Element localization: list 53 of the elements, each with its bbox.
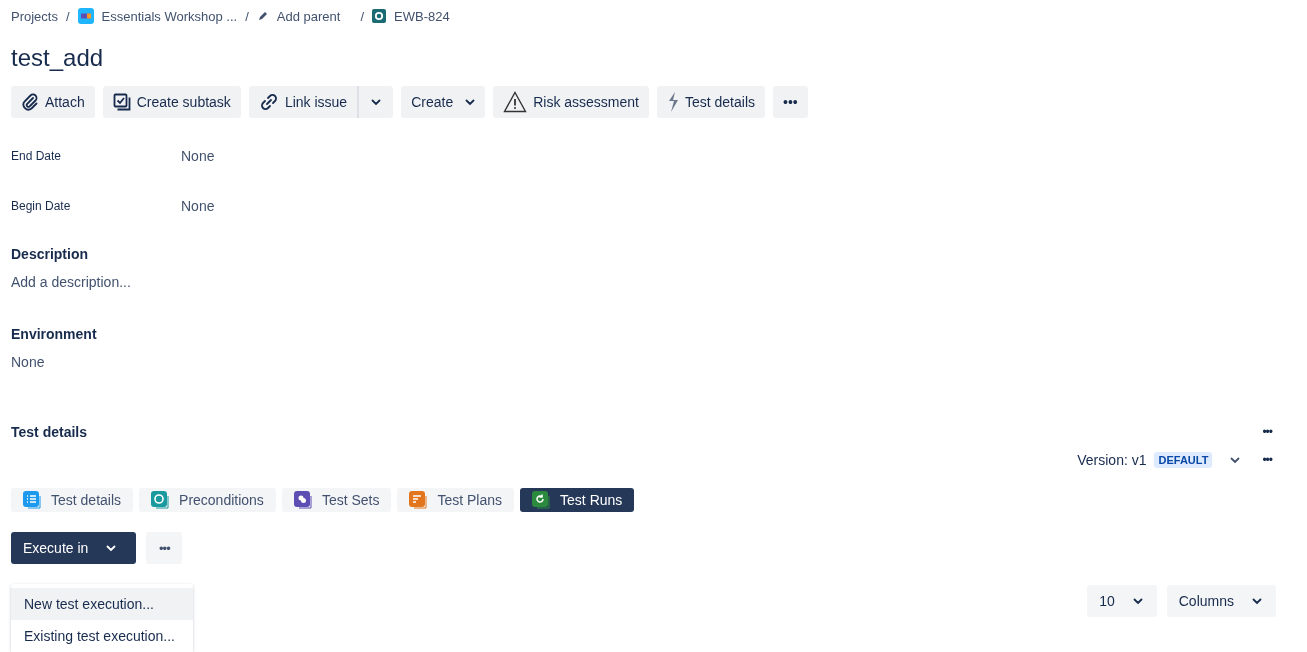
field-label: End Date (11, 149, 63, 163)
menu-item[interactable]: New test execution... (11, 588, 193, 620)
toolbar-button[interactable]: Link issue (248, 86, 358, 118)
page-size-select[interactable]: 10 (1087, 585, 1157, 617)
field-value[interactable]: None (181, 148, 215, 164)
more-button[interactable]: ••• (1258, 425, 1276, 439)
field-label: Begin Date (11, 199, 72, 213)
issue-title: test_add (11, 43, 105, 73)
more-button[interactable]: ••• (1258, 453, 1276, 467)
toolbar-button[interactable]: Risk assessment (493, 86, 649, 118)
more-button[interactable]: ••• (146, 532, 183, 564)
warning-icon (503, 91, 528, 113)
breadcrumb-link[interactable]: Add parent (256, 8, 341, 24)
breadcrumb-separator: / (65, 8, 70, 24)
toolbar-button[interactable]: Create subtask (102, 86, 241, 118)
toolbar-button[interactable]: Attach (11, 86, 95, 118)
chevron-down-icon (1132, 597, 1143, 605)
tab[interactable]: Test details (11, 488, 134, 512)
chevron-down-icon (465, 98, 476, 106)
field-value[interactable]: None (11, 352, 1276, 372)
breadcrumb-separator: / (360, 8, 365, 24)
link-icon (258, 93, 279, 111)
subtask-icon (112, 93, 131, 111)
paperclip-icon (21, 93, 39, 111)
field-value[interactable]: None (181, 198, 215, 214)
tab[interactable]: Test Plans (397, 488, 515, 512)
breadcrumb-separator: / (245, 8, 249, 24)
chevron-down-icon (106, 544, 117, 552)
chevron-down-icon (371, 98, 382, 106)
section-heading: Test details (11, 424, 87, 440)
default-badge: DEFAULT (1154, 452, 1213, 468)
execute-dropdown-button[interactable]: Execute in (11, 532, 137, 564)
tab[interactable]: Test Runs (520, 488, 635, 512)
tab[interactable]: Test Sets (281, 488, 392, 512)
section-heading: Description (11, 245, 89, 264)
breadcrumb-link[interactable]: Essentials Workshop ... (77, 8, 238, 24)
columns-button[interactable]: Columns (1166, 585, 1276, 617)
version-label: Version: v1 (1077, 452, 1147, 468)
breadcrumb-link[interactable]: EWB-824 (372, 8, 450, 24)
section-heading: Environment (11, 325, 98, 344)
project-icon (77, 8, 94, 24)
toolbar-button[interactable]: Create (401, 86, 486, 118)
issue-type-icon (372, 9, 387, 23)
description-placeholder[interactable]: Add a description... (11, 272, 1276, 292)
chevron-down-icon (1252, 597, 1262, 605)
pencil-icon (256, 10, 269, 22)
menu-item[interactable]: Existing test execution... (11, 620, 193, 652)
breadcrumb-link[interactable]: Projects (11, 8, 58, 24)
lightning-icon (667, 92, 679, 112)
toolbar-button[interactable]: Test details (657, 86, 766, 118)
toolbar-button[interactable]: ••• (773, 86, 808, 118)
chevron-down-icon (1230, 456, 1241, 464)
tab[interactable]: Preconditions (139, 488, 276, 512)
